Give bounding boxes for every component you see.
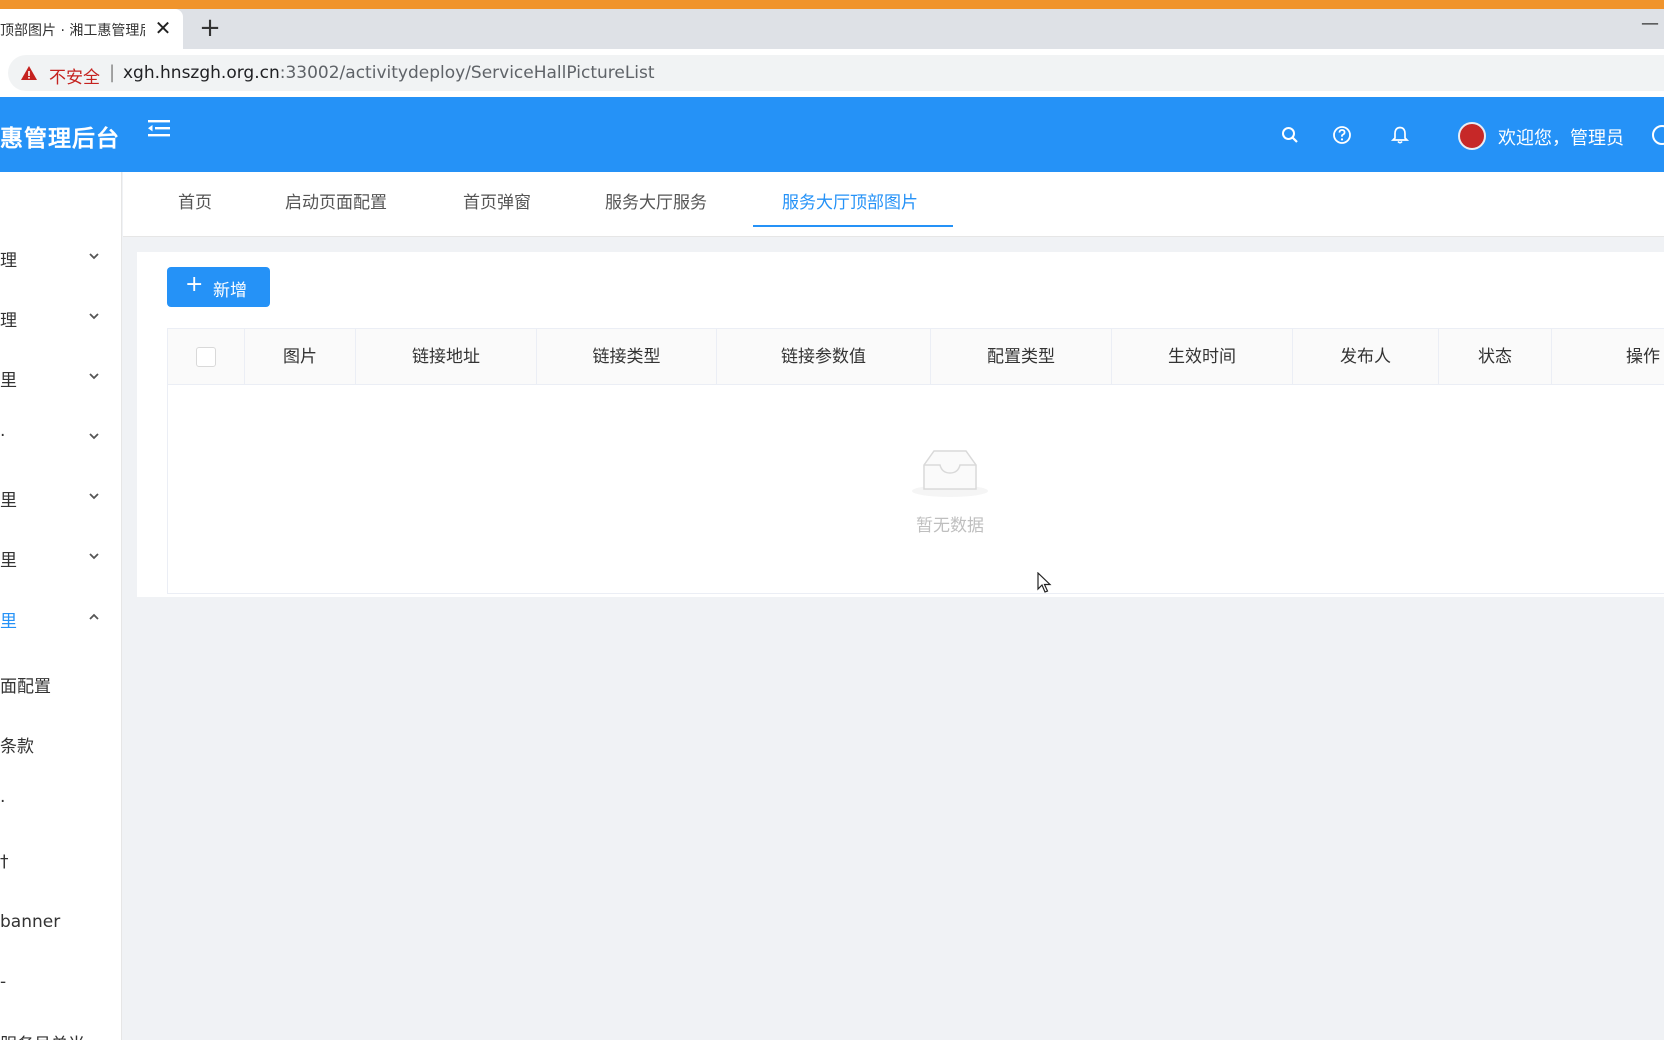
sidebar-subitem[interactable]: 面配置 [0, 672, 51, 697]
plus-icon: + [185, 272, 204, 297]
app-header: 惠管理后台 欢迎您，管理员 [0, 97, 1664, 172]
column-header[interactable]: 图片 [245, 329, 356, 385]
column-header[interactable]: 操作 [1552, 329, 1664, 385]
warning-icon[interactable] [20, 64, 38, 82]
app-title: 惠管理后台 [0, 126, 120, 152]
chevron-down-icon [89, 373, 99, 380]
welcome-user-menu[interactable]: 欢迎您，管理员 [1498, 124, 1624, 150]
tab-launch-page-config[interactable]: 启动页面配置 [285, 188, 387, 213]
sidebar-subitem[interactable]: · [0, 792, 5, 812]
url-separator: | [109, 62, 116, 83]
sidebar-group-label: 里 [0, 491, 17, 511]
column-header[interactable]: 配置类型 [931, 329, 1112, 385]
data-table: 图片 链接地址 链接类型 链接参数值 配置类型 生效时间 发布人 状态 操作 暂… [167, 328, 1664, 594]
security-label[interactable]: 不安全 [49, 63, 100, 88]
search-icon[interactable] [1280, 125, 1300, 145]
chevron-down-icon [89, 313, 99, 320]
minimize-icon[interactable]: — [1640, 13, 1660, 37]
logout-icon[interactable] [1652, 125, 1664, 145]
add-button[interactable]: + 新增 [167, 267, 270, 307]
empty-text: 暂无数据 [916, 516, 984, 536]
url-host: xgh.hnszgh.org.cn [123, 63, 280, 83]
column-header[interactable]: 状态 [1439, 329, 1552, 385]
active-tab-indicator [753, 225, 953, 227]
sidebar-group[interactable]: 理 [0, 238, 122, 278]
sidebar-group-label: 里 [0, 612, 17, 632]
page-tab-bar: 首页 启动页面配置 首页弹窗 服务大厅服务 服务大厅顶部图片 [123, 172, 1664, 237]
select-all-cell [168, 329, 245, 385]
tab-home[interactable]: 首页 [178, 188, 212, 213]
url-text[interactable]: xgh.hnszgh.org.cn:33002/activitydeploy/S… [123, 63, 655, 83]
tab-home-popup[interactable]: 首页弹窗 [463, 188, 531, 213]
empty-inbox-icon [912, 450, 988, 497]
select-all-checkbox[interactable] [196, 347, 216, 367]
sidebar-group[interactable]: 理 [0, 298, 122, 338]
add-button-label: 新增 [213, 281, 247, 301]
column-header[interactable]: 链接参数值 [717, 329, 931, 385]
sidebar-group-label: 理 [0, 251, 17, 271]
close-icon[interactable]: ✕ [152, 15, 174, 41]
sidebar-subitem[interactable]: 条款 [0, 732, 34, 757]
chevron-down-icon [89, 553, 99, 560]
sidebar-group-active[interactable]: 里 [0, 599, 122, 639]
bell-icon[interactable] [1390, 125, 1410, 145]
browser-tab-bar: 顶部图片 · 湘工惠管理后 ✕ + — [0, 9, 1664, 49]
sidebar-group-label: 里 [0, 371, 17, 391]
column-header[interactable]: 发布人 [1293, 329, 1439, 385]
content-card: + 新增 图片 链接地址 链接类型 链接参数值 配置类型 生效时间 发布人 状态… [137, 252, 1664, 597]
column-header[interactable]: 生效时间 [1112, 329, 1293, 385]
mouse-cursor-icon [1037, 572, 1052, 593]
tab-service-hall-top-pictures[interactable]: 服务大厅顶部图片 [782, 188, 918, 213]
sidebar-subitem[interactable]: † [0, 852, 9, 872]
browser-top-stripe [0, 0, 1664, 9]
sidebar-subitem[interactable]: - [0, 972, 6, 992]
sidebar-group-label: · [0, 426, 6, 446]
table-header: 图片 链接地址 链接类型 链接参数值 配置类型 生效时间 发布人 状态 操作 [168, 329, 1664, 385]
avatar[interactable] [1458, 122, 1486, 150]
sidebar-group[interactable]: 里 [0, 478, 122, 518]
help-icon[interactable] [1332, 125, 1352, 145]
column-header[interactable]: 链接地址 [356, 329, 537, 385]
sidebar-group[interactable]: 里 [0, 538, 122, 578]
chevron-up-icon [89, 613, 99, 620]
sidebar: 理 理 里 · 里 里 里 面配置 条款 · † banner - 服务号单当 [0, 172, 122, 1040]
sidebar-group[interactable]: · [0, 418, 122, 458]
chevron-down-icon [89, 433, 99, 440]
browser-tab-title: 顶部图片 · 湘工惠管理后 [0, 23, 145, 39]
tab-service-hall-services[interactable]: 服务大厅服务 [605, 188, 707, 213]
sidebar-group-label: 理 [0, 311, 17, 331]
new-tab-icon[interactable]: + [197, 15, 223, 42]
address-bar: 不安全 | xgh.hnszgh.org.cn:33002/activityde… [0, 49, 1664, 97]
menu-fold-icon[interactable] [146, 116, 172, 142]
url-path: :33002/activitydeploy/ServiceHallPicture… [279, 63, 655, 83]
sidebar-subitem[interactable]: banner [0, 912, 60, 932]
chevron-down-icon [89, 493, 99, 500]
column-header[interactable]: 链接类型 [537, 329, 717, 385]
sidebar-group[interactable]: 里 [0, 358, 122, 398]
sidebar-group-label: 里 [0, 551, 17, 571]
browser-tab[interactable]: 顶部图片 · 湘工惠管理后 ✕ [0, 9, 183, 49]
sidebar-subitem[interactable]: 服务号单当 [0, 1030, 85, 1040]
chevron-down-icon [89, 253, 99, 260]
url-input[interactable]: 不安全 | xgh.hnszgh.org.cn:33002/activityde… [8, 55, 1664, 91]
